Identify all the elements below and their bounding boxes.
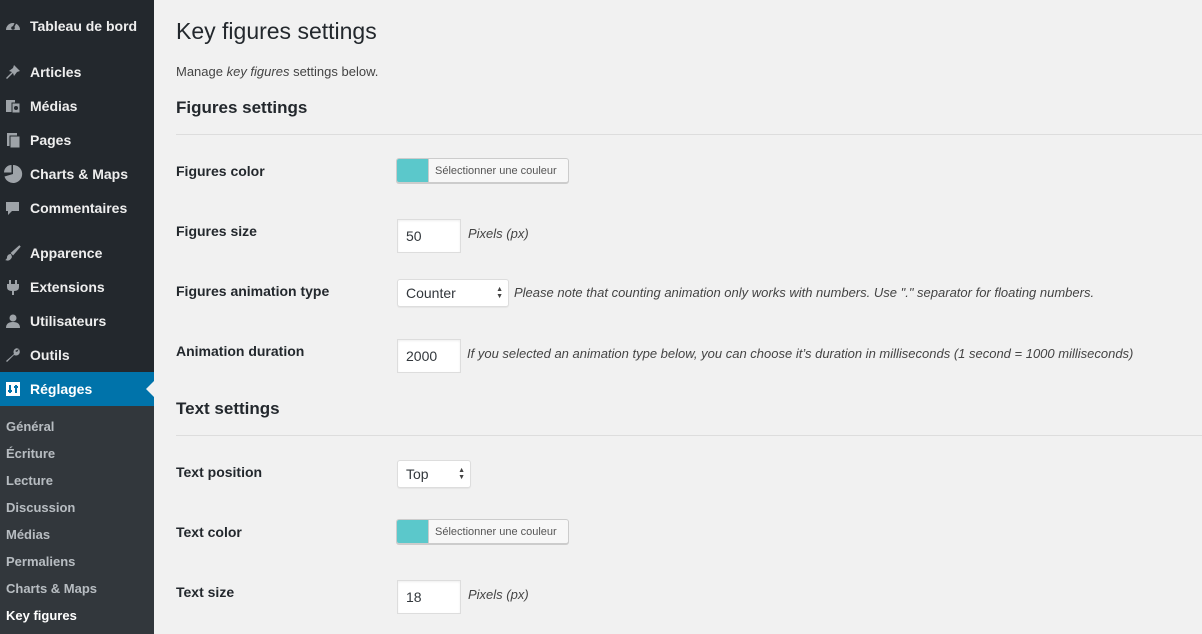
menu-item-label: Tableau de bord <box>30 18 138 34</box>
users-icon <box>3 311 23 331</box>
menu-item-label: Pages <box>30 132 72 148</box>
submenu-item-medias[interactable]: Médias <box>6 527 50 542</box>
select-value: Counter <box>406 285 456 301</box>
submenu-item-key-figures[interactable]: Key figures <box>6 608 77 623</box>
menu-item-label: Charts & Maps <box>30 166 129 182</box>
menu-item-extensions[interactable]: Extensions <box>0 270 154 304</box>
animation-duration-label: Animation duration <box>176 343 305 359</box>
settings-submenu: Général Écriture Lecture Discussion Médi… <box>0 406 154 634</box>
text-color-picker-button[interactable]: Sélectionner une couleur <box>396 519 569 544</box>
section-divider <box>176 435 1202 436</box>
menu-item-label: Apparence <box>30 245 103 261</box>
menu-item-pages[interactable]: Pages <box>0 123 154 157</box>
figures-animation-hint: Please note that counting animation only… <box>514 285 1095 300</box>
page-title: Key figures settings <box>176 18 377 44</box>
menu-item-label: Utilisateurs <box>30 313 107 329</box>
animation-duration-hint: If you selected an animation type below,… <box>467 346 1134 361</box>
figures-size-input[interactable]: 50 <box>397 219 461 253</box>
text-color-label: Text color <box>176 524 242 540</box>
figures-color-picker-button[interactable]: Sélectionner une couleur <box>396 158 569 183</box>
page-description: Manage key figures settings below. <box>176 64 379 79</box>
menu-item-utilisateurs[interactable]: Utilisateurs <box>0 304 154 338</box>
figures-color-label: Figures color <box>176 163 265 179</box>
figures-animation-type-select[interactable]: Counter ▲ ▼ <box>397 279 509 307</box>
text-size-label: Text size <box>176 584 235 600</box>
text-size-input[interactable]: 18 <box>397 580 461 614</box>
menu-item-articles[interactable]: Articles <box>0 55 154 89</box>
menu-item-label: Articles <box>30 64 82 80</box>
menu-item-label: Extensions <box>30 279 105 295</box>
figures-size-label: Figures size <box>176 223 257 239</box>
settings-icon <box>3 379 23 399</box>
menu-item-apparence[interactable]: Apparence <box>0 236 154 270</box>
text-size-unit: Pixels (px) <box>468 587 529 602</box>
submenu-item-general[interactable]: Général <box>6 419 54 434</box>
menu-item-reglages[interactable]: Réglages <box>0 372 154 406</box>
menu-item-commentaires[interactable]: Commentaires <box>0 191 154 225</box>
pie-chart-icon <box>3 164 23 184</box>
plugin-icon <box>3 277 23 297</box>
pin-icon <box>3 62 23 82</box>
menu-item-label: Commentaires <box>30 200 128 216</box>
submenu-item-charts-maps[interactable]: Charts & Maps <box>6 581 97 596</box>
menu-item-medias[interactable]: Médias <box>0 89 154 123</box>
select-value: Top <box>406 466 429 482</box>
submenu-item-ecriture[interactable]: Écriture <box>6 446 55 461</box>
menu-item-dashboard[interactable]: Tableau de bord <box>0 9 154 43</box>
color-picker-label: Sélectionner une couleur <box>435 164 557 177</box>
color-picker-label: Sélectionner une couleur <box>435 525 557 538</box>
menu-item-outils[interactable]: Outils <box>0 338 154 372</box>
submenu-item-permaliens[interactable]: Permaliens <box>6 554 75 569</box>
dashboard-icon <box>3 16 23 36</box>
admin-sidebar: Tableau de bord Articles Médias Pages Ch… <box>0 0 154 634</box>
figures-color-swatch <box>397 159 429 182</box>
menu-item-charts-maps[interactable]: Charts & Maps <box>0 157 154 191</box>
menu-item-label: Réglages <box>30 381 93 397</box>
text-position-label: Text position <box>176 464 263 480</box>
pages-icon <box>3 130 23 150</box>
figures-animation-type-label: Figures animation type <box>176 283 330 299</box>
submenu-item-lecture[interactable]: Lecture <box>6 473 53 488</box>
figures-size-unit: Pixels (px) <box>468 226 529 241</box>
text-color-swatch <box>397 520 429 543</box>
settings-page: Key figures settings Manage key figures … <box>154 0 1202 634</box>
section-divider <box>176 134 1202 135</box>
text-position-select[interactable]: Top ▲ ▼ <box>397 460 471 488</box>
menu-item-label: Médias <box>30 98 78 114</box>
media-icon <box>3 96 23 116</box>
comment-icon <box>3 198 23 218</box>
text-settings-heading: Text settings <box>176 399 280 418</box>
select-arrows-icon: ▲ ▼ <box>458 467 465 481</box>
animation-duration-input[interactable]: 2000 <box>397 339 461 373</box>
menu-item-label: Outils <box>30 347 70 363</box>
submenu-item-discussion[interactable]: Discussion <box>6 500 75 515</box>
paintbrush-icon <box>3 243 23 263</box>
wrench-icon <box>3 345 23 365</box>
figures-settings-heading: Figures settings <box>176 98 308 117</box>
select-arrows-icon: ▲ ▼ <box>496 286 503 300</box>
